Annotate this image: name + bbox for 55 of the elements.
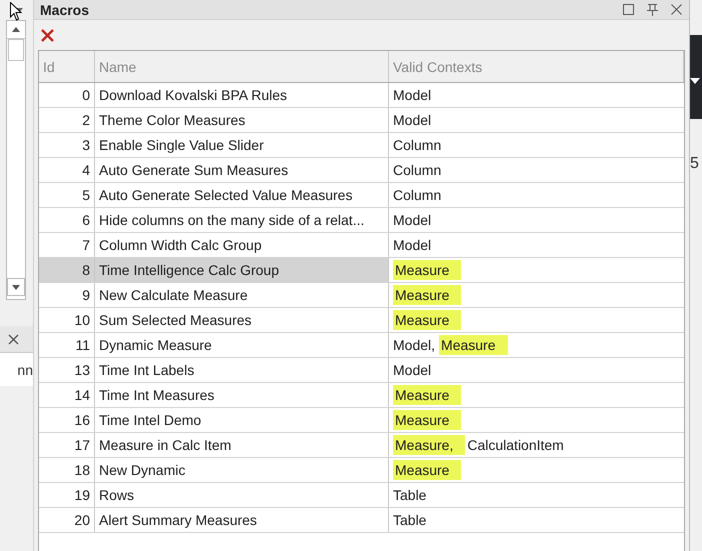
highlighted-context: Measure xyxy=(393,410,462,430)
table-row[interactable]: 6 Hide columns on the many side of a relat... Model xyxy=(39,208,684,233)
table-row[interactable]: 19 Rows Table xyxy=(39,483,684,508)
mouse-cursor-icon xyxy=(10,2,22,21)
highlighted-context: Measure xyxy=(393,285,462,305)
table-row[interactable]: 18 New Dynamic Measure xyxy=(39,458,684,483)
table-row[interactable]: 5 Auto Generate Selected Value Measures Column xyxy=(39,183,684,208)
highlighted-context: Measure xyxy=(393,310,462,330)
pin-button[interactable] xyxy=(645,2,659,16)
context-text: Column xyxy=(393,136,442,155)
table-row[interactable]: 17 Measure in Calc Item Measure, CalculationItem xyxy=(39,433,684,458)
table-row[interactable]: 11 Dynamic Measure Model, Measure xyxy=(39,333,684,358)
context-text: Column xyxy=(393,186,442,205)
panel-text: 5 xyxy=(690,155,700,173)
context-text: Model, xyxy=(393,336,436,355)
table-row[interactable]: 3 Enable Single Value Slider Column xyxy=(39,133,684,158)
close-button[interactable] xyxy=(669,2,683,16)
table-row[interactable]: 7 Column Width Calc Group Model xyxy=(39,233,684,258)
context-text: Model xyxy=(393,86,432,105)
highlighted-context: Measure xyxy=(393,385,462,405)
close-icon[interactable] xyxy=(8,334,19,344)
table-row[interactable]: 16 Time Intel Demo Measure xyxy=(39,408,684,433)
context-text: Column xyxy=(393,161,442,180)
highlighted-context: Measure xyxy=(393,260,462,280)
delete-button[interactable] xyxy=(40,28,54,42)
highlighted-context: Measure xyxy=(393,460,462,480)
highlighted-context: Measure, xyxy=(393,435,466,455)
scroll-down-icon[interactable] xyxy=(12,284,20,290)
caret-icon xyxy=(690,78,700,84)
context-text: Model xyxy=(393,211,432,230)
table-row[interactable]: 0 Download Kovalski BPA Rules Model xyxy=(39,83,684,108)
scroll-down-button[interactable] xyxy=(7,278,25,296)
window-title: Macros xyxy=(40,2,90,18)
table-row[interactable]: 10 Sum Selected Measures Measure xyxy=(39,308,684,333)
context-text: Table xyxy=(393,511,426,530)
context-text: CalculationItem xyxy=(467,436,564,455)
scrollbar[interactable] xyxy=(6,20,26,300)
table-row[interactable]: 13 Time Int Labels Model xyxy=(39,358,684,383)
context-text: Model xyxy=(393,111,432,130)
table-row[interactable]: 14 Time Int Measures Measure xyxy=(39,383,684,408)
table-row[interactable]: 2 Theme Color Measures Model xyxy=(39,108,684,133)
context-text: Model xyxy=(393,361,432,380)
table-row[interactable]: 4 Auto Generate Sum Measures Column xyxy=(39,158,684,183)
highlighted-context: Measure xyxy=(439,335,508,355)
maximize-button[interactable] xyxy=(621,2,635,16)
table-row[interactable]: 9 New Calculate Measure Measure xyxy=(39,283,684,308)
context-text: Model xyxy=(393,236,432,255)
table-row[interactable]: 20 Alert Summary Measures Table xyxy=(39,508,684,533)
id-cell: 8 xyxy=(39,258,95,282)
context-text: Table xyxy=(393,486,426,505)
panel-text: nn xyxy=(17,362,33,378)
name-cell: Time Intelligence Calc Group xyxy=(95,258,389,282)
scroll-thumb[interactable] xyxy=(8,39,24,61)
table-row[interactable]: 8 Time Intelligence Calc Group Measure xyxy=(39,258,684,283)
scroll-up-icon[interactable] xyxy=(12,27,20,32)
